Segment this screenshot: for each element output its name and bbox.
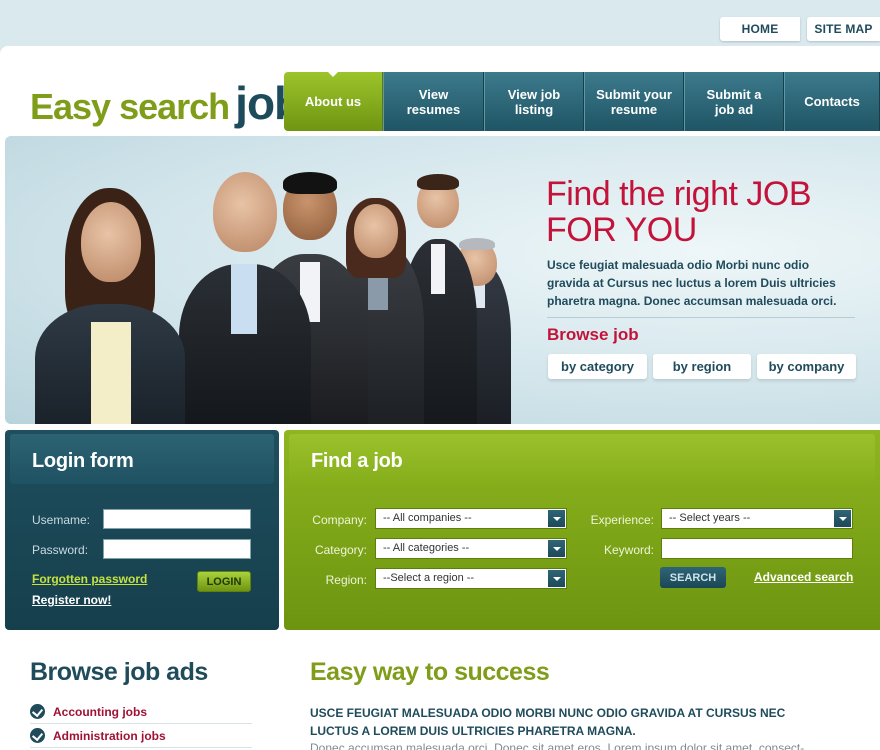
chevron-down-icon (548, 510, 565, 527)
browse-buttons: by category by region by company (548, 354, 856, 379)
hero-banner: Find the right JOB FOR YOU Usce feugiat … (5, 136, 880, 424)
region-select-value: --Select a region -- (383, 572, 475, 584)
chevron-down-icon (548, 540, 565, 557)
find-job-title: Find a job (311, 450, 403, 472)
experience-label: Experience: (590, 513, 654, 527)
username-input[interactable] (103, 509, 251, 529)
forgotten-password-link[interactable]: Forgotten password (32, 572, 147, 586)
nav-item-view-resumes[interactable]: View resumes (383, 72, 484, 131)
easy-way-heading: Easy way to success (310, 658, 550, 686)
check-circle-icon (30, 704, 45, 719)
nav-label-submit-resume: Submit your resume (596, 86, 672, 117)
person-figure (35, 182, 185, 424)
divider (547, 317, 855, 318)
nav-item-submit-job-ad[interactable]: Submit a job ad (684, 72, 784, 131)
job-category-link[interactable]: Administration jobs (53, 729, 166, 743)
list-item[interactable]: Administration jobs (30, 724, 252, 748)
logo-text-easy-search: Easy search (30, 86, 230, 127)
chevron-down-icon (548, 570, 565, 587)
easy-way-lead: USCE FEUGIAT MALESUADA ODIO MORBI NUNC O… (310, 706, 786, 738)
sitemap-link[interactable]: SITE MAP (807, 17, 880, 41)
login-title: Login form (32, 450, 134, 472)
browse-by-company-button[interactable]: by company (757, 354, 856, 379)
job-category-link[interactable]: Accounting jobs (53, 705, 147, 719)
advanced-search-link[interactable]: Advanced search (754, 570, 853, 584)
password-label: Password: (32, 543, 89, 557)
browse-job-heading: Browse job (547, 325, 639, 344)
main-nav: About us View resumes View job listing S… (284, 72, 880, 131)
site-logo[interactable]: Easy search job (30, 76, 302, 130)
category-label: Category: (314, 543, 367, 557)
job-category-list: Accounting jobs Administration jobs (30, 700, 252, 748)
login-button[interactable]: LOGIN (197, 571, 251, 592)
nav-item-submit-resume[interactable]: Submit your resume (584, 72, 684, 131)
keyword-input[interactable] (661, 538, 853, 559)
nav-label-submit-job-ad: Submit a job ad (706, 86, 762, 117)
username-label: Usemame: (32, 513, 91, 527)
keyword-label: Keyword: (603, 543, 654, 557)
browse-job-ads-heading: Browse job ads (30, 658, 208, 686)
nav-label-view-job-listing: View job listing (507, 86, 561, 117)
company-label: Company: (312, 513, 367, 527)
search-button[interactable]: SEARCH (660, 567, 726, 588)
home-link[interactable]: HOME (720, 17, 800, 41)
nav-item-about[interactable]: About us (284, 72, 383, 131)
list-item[interactable]: Accounting jobs (30, 700, 252, 724)
person-figure (175, 166, 315, 424)
region-select[interactable]: --Select a region -- (375, 568, 567, 589)
hero-title-line2: FOR YOU (546, 211, 697, 249)
hero-people-photo (25, 166, 515, 424)
chevron-down-icon (834, 510, 851, 527)
nav-item-contacts[interactable]: Contacts (784, 72, 880, 131)
hero-description: Usce feugiat malesuada odio Morbi nunc o… (547, 258, 837, 308)
experience-select-value: -- Select years -- (669, 512, 751, 524)
category-select-value: -- All categories -- (383, 542, 470, 554)
find-job-panel: Find a job Company: -- All companies -- … (284, 430, 880, 630)
hero-title: Find the right JOB FOR YOU (546, 175, 812, 249)
nav-label-view-resumes: View resumes (406, 86, 461, 117)
browse-by-region-button[interactable]: by region (653, 354, 751, 379)
company-select-value: -- All companies -- (383, 512, 472, 524)
experience-select[interactable]: -- Select years -- (661, 508, 853, 529)
hero-title-line1: Find the right JOB (546, 175, 812, 213)
category-select[interactable]: -- All categories -- (375, 538, 567, 559)
region-label: Region: (325, 573, 367, 587)
password-input[interactable] (103, 539, 251, 559)
check-circle-icon (30, 728, 45, 743)
register-link[interactable]: Register now! (32, 593, 111, 607)
top-links: HOME SITE MAP (720, 17, 880, 41)
nav-item-view-job-listing[interactable]: View job listing (484, 72, 584, 131)
browse-by-category-button[interactable]: by category (548, 354, 647, 379)
company-select[interactable]: -- All companies -- (375, 508, 567, 529)
login-panel: Login form Usemame: Password: Forgotten … (5, 430, 279, 630)
easy-way-body: Donec accumsan malesuada orci. Donec sit… (310, 741, 805, 750)
